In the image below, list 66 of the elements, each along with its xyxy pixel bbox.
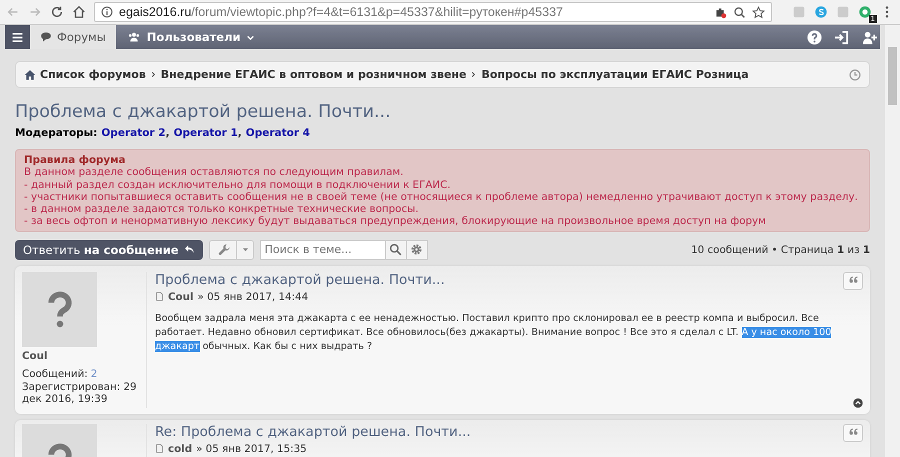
quote-icon[interactable] (848, 276, 858, 286)
reply-arrow-icon[interactable] (184, 244, 195, 256)
login-icon[interactable] (834, 30, 849, 44)
rules-line: - за весь офтоп и ненормативную лексику будут выдаваться предупреждения, блокирующие на произвольное время доступ на форум (24, 215, 767, 228)
speech-bubble-icon[interactable] (40, 31, 52, 43)
moderator-link[interactable]: Operator 2 (101, 127, 166, 139)
extension-icon[interactable] (858, 5, 872, 19)
breadcrumb-link[interactable]: Внедрение ЕГАИС в оптовом и розничном звене (160, 68, 466, 81)
rules-line: - участники попытавшиеся оставить сообщения не в своей теме (не относящиеся к проблеме автора) немедленно утрачивают доступ к этому разделу. (24, 190, 859, 204)
document-icon[interactable] (155, 292, 164, 302)
pagination-text: 10 сообщений • Страница 1 из 1 (691, 244, 870, 256)
rules-line: В данном разделе сообщения оставляются по следующим правилам. (24, 166, 404, 179)
url-text: egais2016.ru/forum/viewtopic.php?f=4&t=6131&p=45337&hilit=рутокен#p45337 (119, 5, 563, 19)
moderator-link[interactable]: Operator 4 (246, 127, 310, 139)
separator-comma: , (166, 127, 170, 139)
rules-title: Правила форума (24, 154, 126, 166)
post-date: » 05 янв 2017, 14:44 (198, 290, 308, 303)
topic-title[interactable]: Проблема с джакартой решена. Почти... (15, 102, 870, 122)
quote-icon[interactable] (848, 428, 858, 438)
chevron-icon[interactable] (150, 70, 157, 79)
search-button[interactable] (384, 240, 407, 260)
quote-button[interactable] (843, 272, 863, 290)
tools-dropdown-button[interactable] (208, 240, 254, 260)
separator-comma: , (238, 127, 242, 139)
star-icon[interactable] (752, 6, 765, 18)
breadcrumb-link[interactable]: Вопросы по эксплуатации ЕГАИС Розница (481, 68, 749, 81)
home-icon[interactable] (72, 5, 86, 19)
posts-label: Сообщений: (22, 368, 88, 380)
reply-button[interactable]: Ответить на сообщение (15, 240, 203, 260)
moderators-label: Модераторы: (15, 127, 98, 139)
scroll-up-icon[interactable] (853, 398, 863, 408)
chevron-icon[interactable] (470, 70, 478, 79)
info-icon[interactable] (101, 6, 113, 18)
nav-tab[interactable]: Пользователи (116, 25, 265, 49)
breadcrumb-link[interactable]: Список форумов (40, 68, 146, 81)
caret-icon[interactable] (242, 246, 249, 254)
address-bar[interactable]: egais2016.ru/forum/viewtopic.php?f=4&t=6131&p=45337&hilit=рутокен#p45337 (94, 2, 772, 22)
home-icon[interactable] (24, 68, 36, 80)
search-field[interactable]: Поиск в теме... (260, 240, 386, 260)
moderator-link[interactable]: Operator 1 (174, 127, 238, 139)
puzzle-icon[interactable] (714, 6, 727, 18)
author-link[interactable]: Coul (168, 290, 194, 303)
search-icon[interactable] (389, 243, 402, 256)
wrench-icon[interactable] (218, 243, 231, 256)
menu-button[interactable] (5, 25, 30, 49)
post-title[interactable]: Проблема с джакартой решена. Почти... (155, 272, 445, 288)
author-link[interactable]: cold (168, 442, 192, 455)
help-icon[interactable] (807, 30, 822, 44)
reload-icon[interactable] (50, 5, 64, 19)
nav-tab[interactable]: Форумы (30, 25, 116, 49)
rules-line: - данный раздел создан исключительно для помощи в подключении к ЕГАИС. (24, 178, 452, 191)
quote-button[interactable] (843, 424, 863, 442)
post-title[interactable]: Re: Проблема с джакартой решена. Почти... (155, 424, 471, 440)
settings-button[interactable] (406, 240, 428, 260)
zoom-icon[interactable] (733, 6, 746, 18)
document-icon[interactable] (155, 444, 164, 454)
settings-icon[interactable] (410, 243, 424, 256)
registered-text: Зарегистрирован: 29 дек 2016, 19:39 (22, 380, 138, 406)
scrollbar-thumb[interactable] (888, 47, 897, 105)
rules-line: - в данном разделе задаются только конкретные технические вопросы. (24, 203, 420, 216)
post-date: » 05 янв 2017, 15:35 (196, 442, 307, 455)
username-link[interactable]: Coul (22, 350, 146, 362)
add-user-icon[interactable] (861, 30, 878, 44)
menu-icon[interactable] (11, 30, 24, 44)
clock-icon[interactable] (849, 68, 861, 80)
skype-icon[interactable] (814, 5, 828, 19)
